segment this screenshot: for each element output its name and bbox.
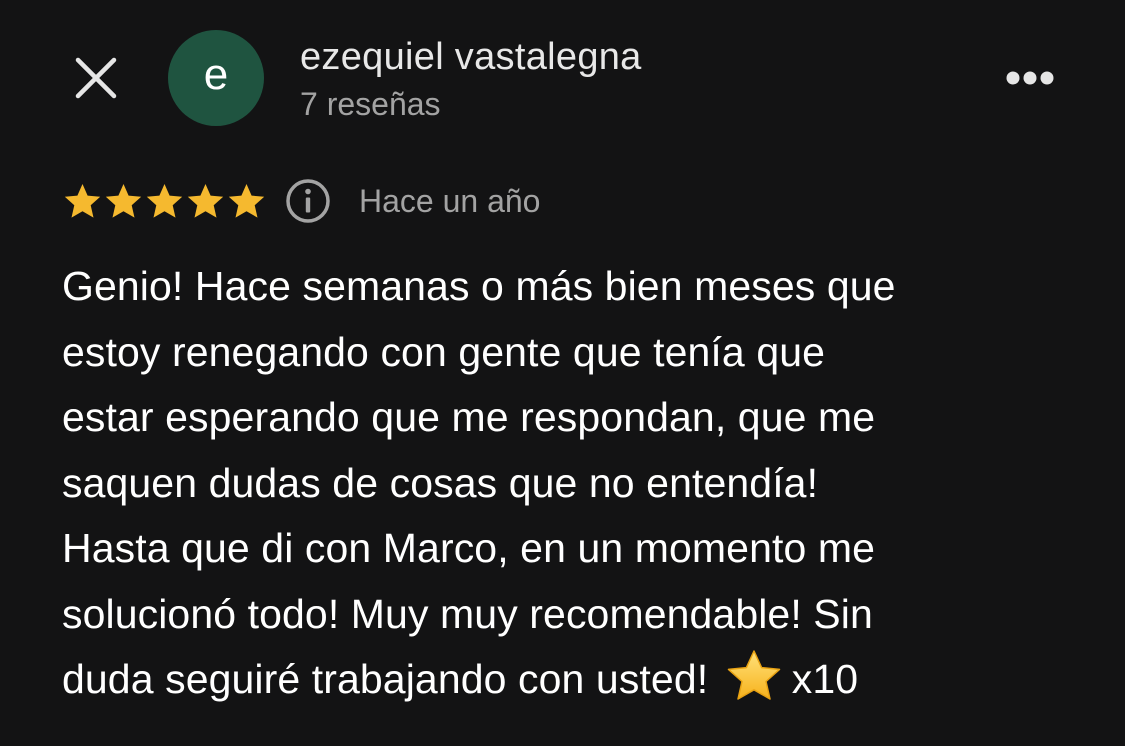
close-button[interactable] [70, 52, 122, 104]
star-icon [144, 181, 185, 222]
info-button[interactable] [285, 178, 331, 224]
more-horizontal-icon [1006, 71, 1054, 85]
rating-row: Hace un año [62, 178, 540, 224]
review-text-line: duda seguiré trabajando con usted! [62, 656, 709, 702]
star-rating [62, 181, 267, 222]
star-emoji-icon [724, 648, 784, 702]
review-text-line: Hasta que di con Marco, en un momento me [62, 525, 876, 571]
review-text: Genio! Hace semanas o más bien meses que… [62, 254, 1072, 713]
star-icon [226, 181, 267, 222]
review-count[interactable]: 7 reseñas [300, 86, 441, 123]
review-text-line: solucionó todo! Muy muy recomendable! Si… [62, 590, 873, 637]
info-icon [286, 179, 330, 223]
multiplier-text: x10 [791, 656, 859, 702]
close-icon [75, 57, 117, 99]
avatar[interactable]: e [168, 30, 264, 126]
more-options-button[interactable] [1000, 60, 1060, 96]
review-text-line: saquen dudas de cosas que no entendía! [62, 459, 819, 506]
user-name[interactable]: ezequiel vastalegna [300, 36, 642, 79]
star-icon [62, 181, 103, 222]
review-text-line: Genio! Hace semanas o más bien meses que [62, 263, 896, 309]
star-icon [103, 181, 144, 222]
review-text-line: estar esperando que me respondan, que me [62, 394, 876, 440]
review-date: Hace un año [359, 182, 541, 219]
review-text-line: estoy renegando con gente que tenía que [62, 328, 826, 375]
star-icon [185, 181, 226, 222]
review-text-last-line: duda seguiré trabajando con usted! x10 [62, 647, 1072, 713]
